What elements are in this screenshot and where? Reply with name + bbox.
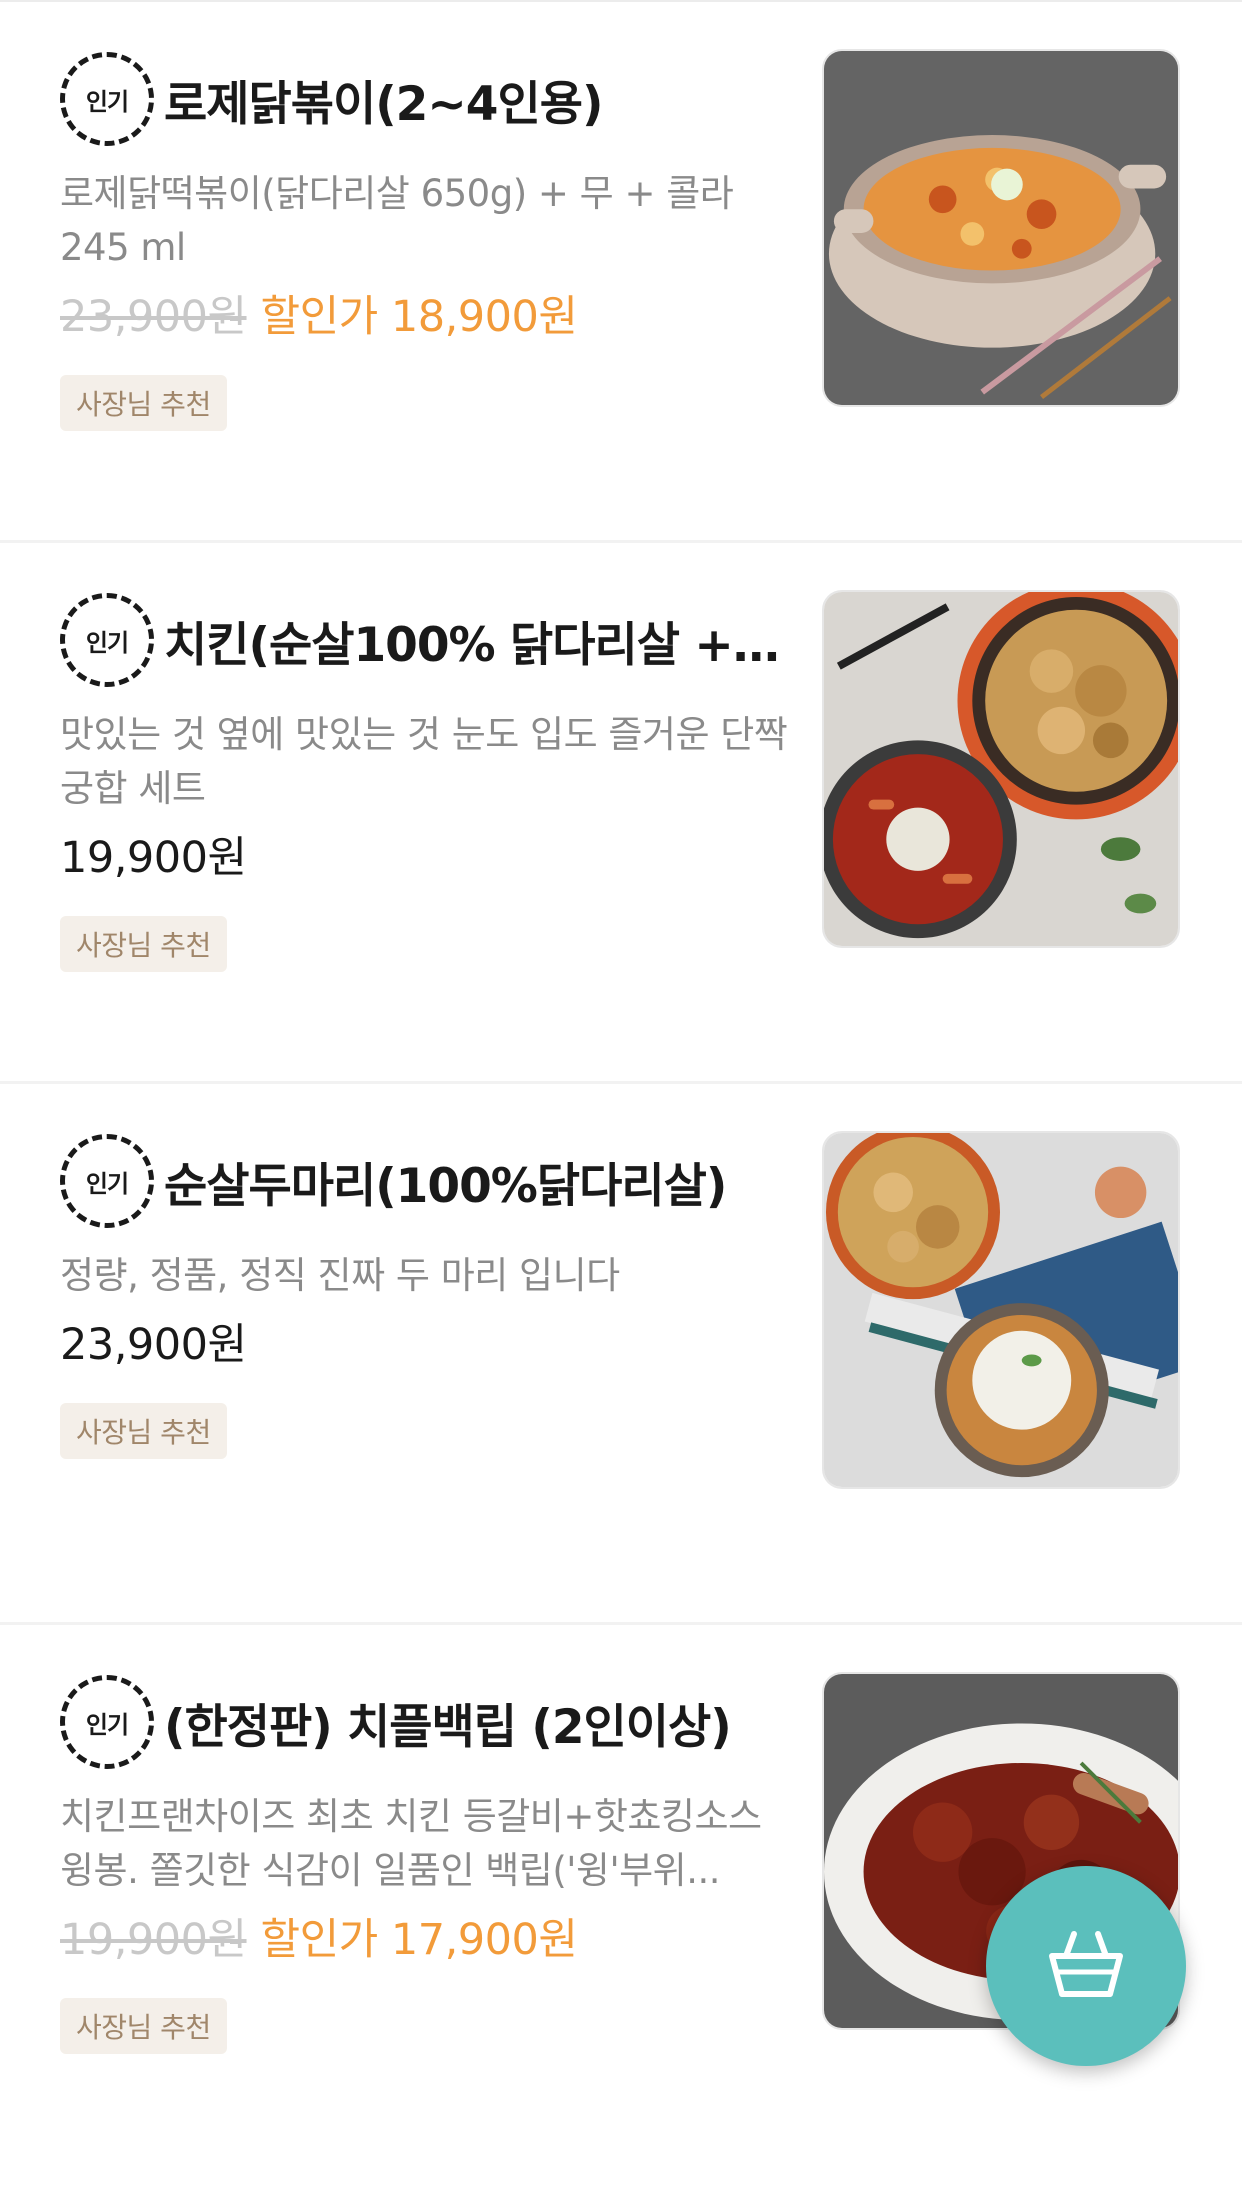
menu-item-description: 맛있는 것 옆에 맛있는 것 눈도 입도 즐거운 단짝궁합 세트 <box>60 713 788 810</box>
menu-item-price-row: 23,900원 할인가 18,900원 <box>60 287 790 347</box>
owner-recommend-tag: 사장님 추천 <box>60 916 227 972</box>
popular-badge-icon: 인기 <box>60 593 154 687</box>
menu-item-description: 로제닭떡볶이(닭다리살 650g) + 무 + 콜라 245 ml <box>60 172 734 269</box>
menu-item-info: 인기 치킨(순살100% 닭다리살 + 떡볶이) 맛있는 것 옆에 맛있는 것 … <box>60 590 790 972</box>
cart-button[interactable] <box>986 1866 1186 2066</box>
menu-item-description: 치킨프랜차이즈 최초 치킨 등갈비+핫쵸킹소스 윙봉. 쫄깃한 식감이 일품인 … <box>60 1795 762 1892</box>
price: 23,900원 <box>60 1320 247 1370</box>
menu-item-info: 인기 (한정판) 치플백립 (2인이상) 치킨프랜차이즈 최초 치킨 등갈비+핫… <box>60 1672 790 2054</box>
menu-item-price-row: 23,900원 <box>60 1315 790 1375</box>
chicken-tteokbokki-photo[interactable] <box>822 590 1180 948</box>
original-price: 23,900원 <box>60 292 247 342</box>
menu-item[interactable]: 인기 치킨(순살100% 닭다리살 + 떡볶이) 맛있는 것 옆에 맛있는 것 … <box>0 543 1242 1084</box>
menu-item-description: 정량, 정품, 정직 진짜 두 마리 입니다 <box>60 1254 620 1297</box>
menu-item-title-row: 인기 치킨(순살100% 닭다리살 + 떡볶이) <box>60 590 790 690</box>
owner-recommend-tag: 사장님 추천 <box>60 1403 227 1459</box>
sale-price: 할인가 18,900원 <box>260 292 578 342</box>
menu-item-title: 순살두마리(100%닭다리살) <box>164 1158 727 1214</box>
owner-recommend-tag: 사장님 추천 <box>60 1998 227 2054</box>
menu-item-title-row: 인기 로제닭볶이(2~4인용) <box>60 49 790 149</box>
menu-item[interactable]: 인기 순살두마리(100%닭다리살) 정량, 정품, 정직 진짜 두 마리 입니… <box>0 1084 1242 1625</box>
basket-icon <box>1044 1922 1128 2010</box>
rose-tteokbokki-photo[interactable] <box>822 49 1180 407</box>
menu-item-title: (한정판) 치플백립 (2인이상) <box>164 1699 731 1755</box>
original-price: 19,900원 <box>60 1915 247 1965</box>
menu-item-title: 로제닭볶이(2~4인용) <box>164 76 603 132</box>
menu-item-info: 인기 순살두마리(100%닭다리살) 정량, 정품, 정직 진짜 두 마리 입니… <box>60 1131 790 1459</box>
price: 19,900원 <box>60 833 247 883</box>
two-chicken-photo[interactable] <box>822 1131 1180 1489</box>
menu-item[interactable]: 인기 로제닭볶이(2~4인용) 로제닭떡볶이(닭다리살 650g) + 무 + … <box>0 2 1242 543</box>
sale-price: 할인가 17,900원 <box>260 1915 578 1965</box>
menu-item-price-row: 19,900원 <box>60 828 790 888</box>
menu-item-title-row: 인기 (한정판) 치플백립 (2인이상) <box>60 1672 790 1772</box>
menu-item-title: 치킨(순살100% 닭다리살 + 떡볶이) <box>164 617 784 673</box>
menu-list: 인기 로제닭볶이(2~4인용) 로제닭떡볶이(닭다리살 650g) + 무 + … <box>0 2 1242 2185</box>
owner-recommend-tag: 사장님 추천 <box>60 375 227 431</box>
menu-item-info: 인기 로제닭볶이(2~4인용) 로제닭떡볶이(닭다리살 650g) + 무 + … <box>60 49 790 431</box>
menu-item-price-row: 19,900원 할인가 17,900원 <box>60 1910 790 1970</box>
popular-badge-icon: 인기 <box>60 1675 154 1769</box>
popular-badge-icon: 인기 <box>60 1134 154 1228</box>
popular-badge-icon: 인기 <box>60 52 154 146</box>
menu-item-title-row: 인기 순살두마리(100%닭다리살) <box>60 1131 790 1231</box>
